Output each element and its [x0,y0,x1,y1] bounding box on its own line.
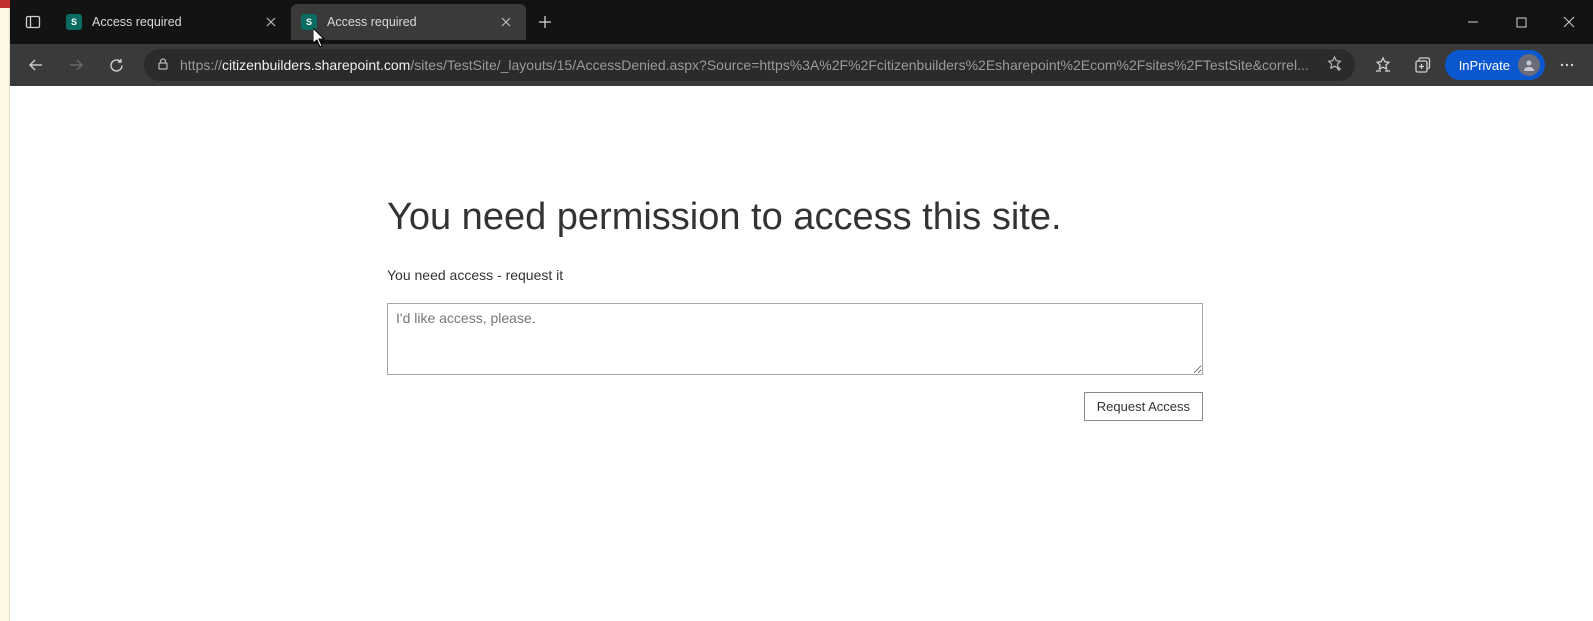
forward-button[interactable] [58,48,94,82]
star-lines-icon [1374,56,1392,74]
favicon-letter: S [71,17,77,27]
close-icon [1563,16,1575,28]
tab-actions-button[interactable] [16,5,50,39]
favorites-button[interactable] [1365,48,1401,82]
menu-button[interactable] [1549,48,1585,82]
refresh-icon [108,57,125,74]
ellipsis-icon [1558,56,1576,74]
url-host: citizenbuilders.sharepoint.com [222,57,410,73]
profile-avatar [1518,54,1540,76]
page-subtitle: You need access - request it [387,267,1203,283]
new-tab-button[interactable] [528,5,562,39]
sharepoint-favicon: S [66,14,82,30]
titlebar: S Access required S Access required [10,0,1593,44]
back-button[interactable] [18,48,54,82]
button-row: Request Access [387,392,1203,421]
maximize-icon [1516,17,1527,28]
minimize-icon [1467,16,1479,28]
inprivate-badge[interactable]: InPrivate [1445,50,1545,80]
plus-icon [538,15,552,29]
minimize-button[interactable] [1449,0,1497,44]
toolbar: https://citizenbuilders.sharepoint.com/s… [10,44,1593,86]
tab-close-button[interactable] [261,12,281,32]
request-message-textarea[interactable] [387,303,1203,375]
collections-button[interactable] [1405,48,1441,82]
favorite-button[interactable] [1326,55,1343,75]
lock-icon [156,57,170,74]
tab-actions-icon [25,14,41,30]
inprivate-label: InPrivate [1459,58,1510,73]
tab-2-active[interactable]: S Access required [291,4,526,40]
close-window-button[interactable] [1545,0,1593,44]
close-icon [266,17,276,27]
request-access-button[interactable]: Request Access [1084,392,1203,421]
close-icon [501,17,511,27]
background-window-accent [0,0,10,8]
access-denied-panel: You need permission to access this site.… [387,196,1203,421]
maximize-button[interactable] [1497,0,1545,44]
tab-title: Access required [92,15,261,29]
refresh-button[interactable] [98,48,134,82]
tab-close-button[interactable] [496,12,516,32]
collections-icon [1414,57,1431,74]
url-text: https://citizenbuilders.sharepoint.com/s… [180,57,1316,73]
tab-title: Access required [327,15,496,29]
tab-1[interactable]: S Access required [56,4,291,40]
window-controls [1449,0,1593,44]
background-window-sliver [0,0,10,621]
sharepoint-favicon: S [301,14,317,30]
back-arrow-icon [27,56,45,74]
url-path: /sites/TestSite/_layouts/15/AccessDenied… [410,57,1308,73]
browser-window: S Access required S Access required [10,0,1593,621]
address-bar[interactable]: https://citizenbuilders.sharepoint.com/s… [144,49,1355,81]
person-icon [1522,58,1536,72]
page-title: You need permission to access this site. [387,196,1203,239]
star-plus-icon [1326,55,1343,72]
page-viewport: You need permission to access this site.… [10,86,1593,621]
forward-arrow-icon [67,56,85,74]
favicon-letter: S [306,17,312,27]
url-scheme: https:// [180,57,222,73]
